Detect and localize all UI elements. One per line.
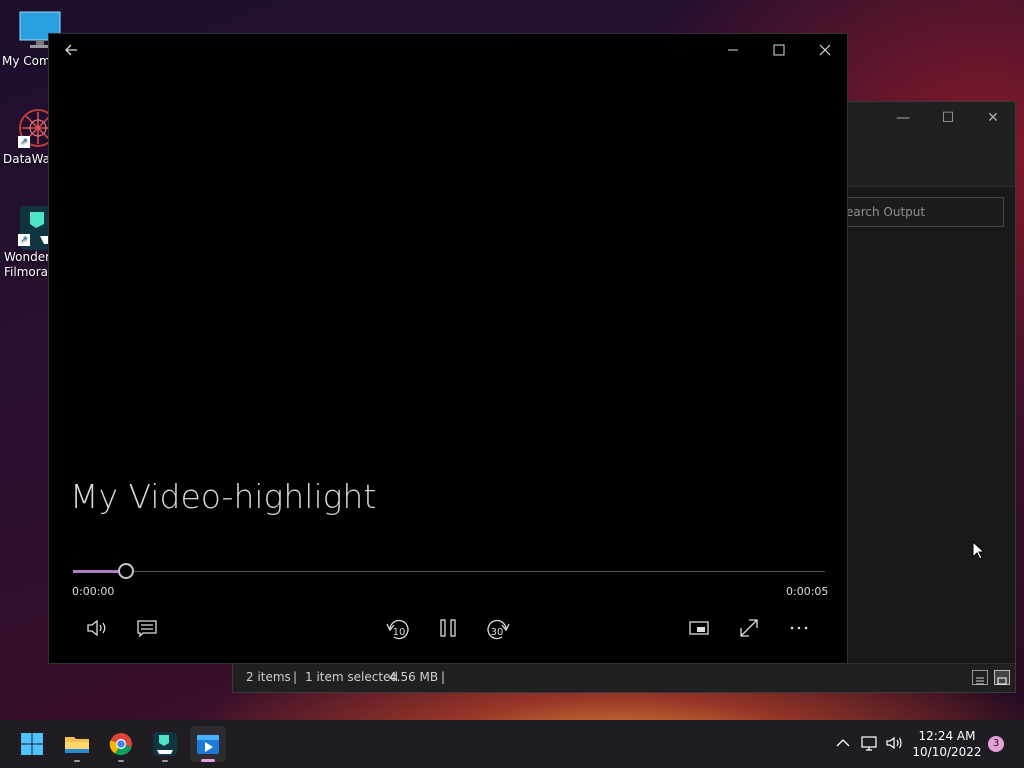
details-view-icon xyxy=(976,677,984,685)
active-indicator xyxy=(201,759,215,762)
taskbar-filmora[interactable] xyxy=(147,726,183,762)
close-button[interactable]: ✕ xyxy=(978,110,1008,126)
shortcut-arrow-icon: ↗ xyxy=(18,136,30,148)
clock-time: 12:24 AM xyxy=(918,729,976,743)
running-indicator xyxy=(162,760,168,762)
selected-count: 1 item selected xyxy=(305,670,399,684)
clock-date: 10/10/2022 xyxy=(912,745,982,759)
volume-button[interactable] xyxy=(81,612,113,644)
mouse-cursor-icon xyxy=(972,541,986,560)
seek-bar[interactable] xyxy=(73,571,825,572)
skip-forward-icon: 30 xyxy=(487,619,510,640)
folder-icon xyxy=(65,737,89,753)
speaker-icon xyxy=(886,736,902,750)
notification-badge[interactable]: 3 xyxy=(988,736,1004,752)
volume-tray-button[interactable] xyxy=(885,734,905,755)
selected-size: 4.56 MB xyxy=(389,670,439,684)
taskbar: 12:24 AM 10/10/2022 3 xyxy=(0,720,1024,768)
more-options-button[interactable] xyxy=(783,612,815,644)
skip-back-icon: 10 xyxy=(386,619,409,640)
filmora-icon xyxy=(153,732,177,756)
fullscreen-icon xyxy=(740,619,758,637)
mini-player-icon xyxy=(689,621,709,635)
minimize-button[interactable]: — xyxy=(888,110,918,126)
pause-icon xyxy=(440,619,456,637)
maximize-button[interactable] xyxy=(764,40,794,60)
separator: | xyxy=(293,670,298,684)
seek-bar-thumb[interactable] xyxy=(118,563,134,579)
show-hidden-icons-button[interactable] xyxy=(834,734,852,755)
back-arrow-icon xyxy=(65,44,77,56)
item-count: 2 items xyxy=(246,670,291,684)
taskbar-chrome[interactable] xyxy=(103,726,139,762)
minimize-button[interactable] xyxy=(718,40,748,60)
maximize-icon xyxy=(773,44,785,56)
close-icon xyxy=(819,44,831,56)
total-duration: 0:00:05 xyxy=(786,585,829,598)
ellipsis-icon xyxy=(790,626,808,630)
pause-button[interactable] xyxy=(432,612,464,644)
fullscreen-button[interactable] xyxy=(733,612,765,644)
video-title: My Video-highlight xyxy=(70,477,377,516)
notification-count: 3 xyxy=(992,738,1000,749)
shortcut-arrow-icon: ↗ xyxy=(18,234,30,246)
minimize-icon xyxy=(728,49,738,51)
skip-back-button[interactable]: 10 xyxy=(382,612,414,644)
taskbar-media-player[interactable] xyxy=(190,726,226,762)
skip-forward-label: 30 xyxy=(491,627,504,638)
media-player-icon xyxy=(197,735,219,754)
skip-back-label: 10 xyxy=(393,627,406,638)
taskbar-file-explorer[interactable] xyxy=(59,726,95,762)
chrome-icon xyxy=(109,733,132,756)
tiles-view-button[interactable] xyxy=(994,670,1010,685)
media-player-window[interactable]: My Video-highlight 0:00:00 0:00:05 10 30 xyxy=(48,33,848,664)
separator: | xyxy=(441,670,446,684)
speaker-icon xyxy=(87,619,106,637)
search-input[interactable]: earch Output xyxy=(837,197,1004,227)
mini-player-button[interactable] xyxy=(683,612,715,644)
status-bar: 2 items | 1 item selected 4.56 MB | xyxy=(233,663,1015,692)
network-icon xyxy=(861,736,877,751)
skip-forward-button[interactable]: 30 xyxy=(482,612,514,644)
captions-button[interactable] xyxy=(131,612,163,644)
start-button[interactable] xyxy=(14,726,50,762)
network-button[interactable] xyxy=(860,734,880,755)
back-button[interactable] xyxy=(57,40,87,60)
details-view-button[interactable] xyxy=(972,670,988,685)
tiles-view-icon xyxy=(997,677,1007,685)
maximize-button[interactable]: ☐ xyxy=(933,110,963,126)
running-indicator xyxy=(74,760,80,762)
windows-logo-icon xyxy=(21,733,43,755)
clock[interactable]: 12:24 AM 10/10/2022 xyxy=(912,728,982,760)
running-indicator xyxy=(118,760,124,762)
chevron-up-icon xyxy=(836,739,850,747)
close-button[interactable] xyxy=(810,40,840,60)
captions-icon xyxy=(137,620,157,638)
elapsed-time: 0:00:00 xyxy=(72,585,115,598)
